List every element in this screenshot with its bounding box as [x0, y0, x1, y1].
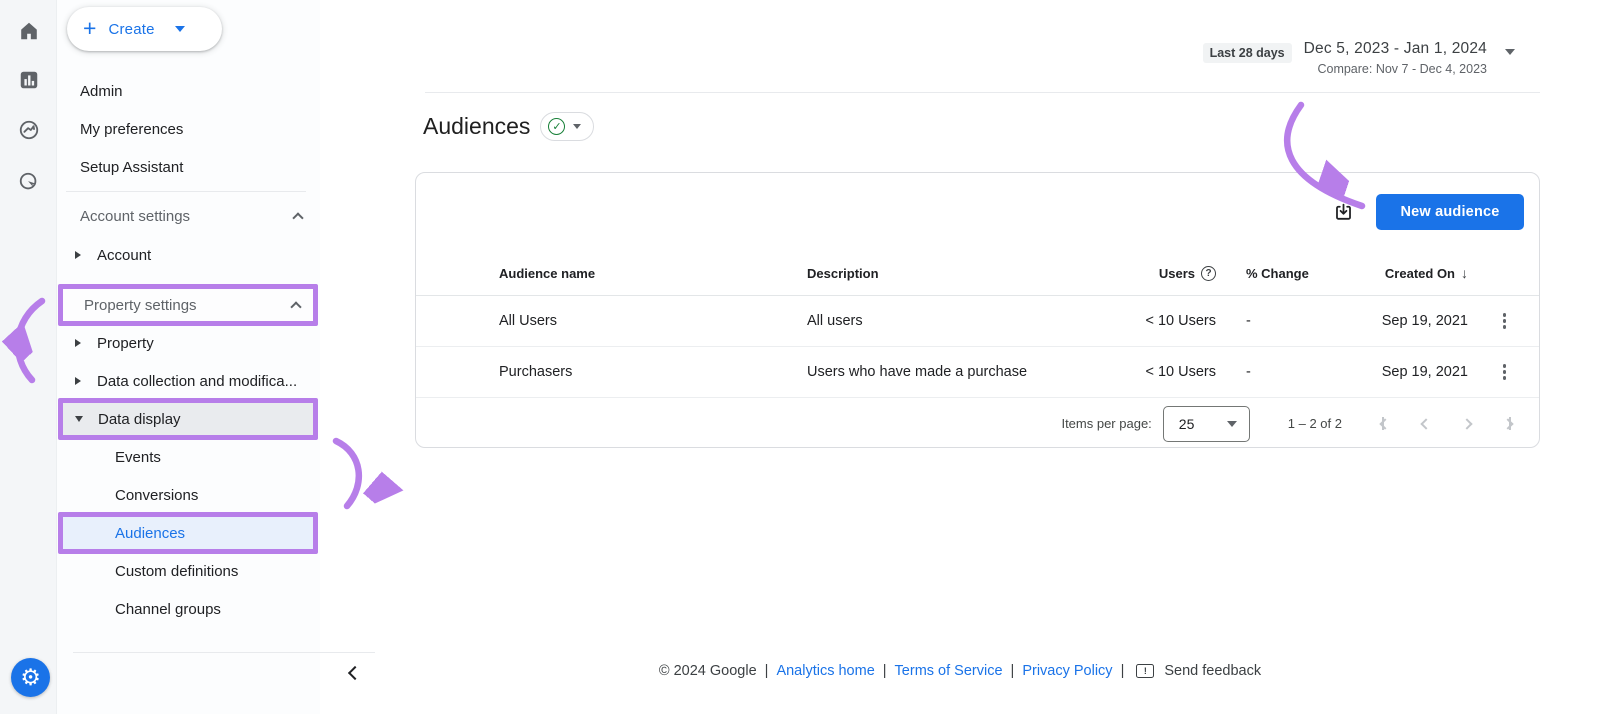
nav-item-channel-groups[interactable]: Channel groups — [57, 590, 320, 628]
page-title: Audiences — [423, 113, 531, 139]
date-range-preset: Last 28 days — [1202, 43, 1292, 63]
col-change: % Change — [1246, 265, 1309, 281]
new-audience-button[interactable]: New audience — [1376, 194, 1524, 230]
table-row: All Users All users < 10 Users - Sep 19,… — [416, 296, 1539, 347]
col-audience-name: Audience name — [499, 265, 596, 281]
nav-item-custom-definitions[interactable]: Custom definitions — [57, 552, 320, 590]
chevron-down-icon — [174, 26, 185, 32]
expand-arrow-icon — [75, 251, 81, 259]
nav-item-setup-assistant[interactable]: Setup Assistant — [57, 148, 320, 186]
col-created-on[interactable]: Created On ↓ — [1311, 265, 1468, 281]
home-icon[interactable] — [0, 11, 57, 51]
date-range-value: Dec 5, 2023 - Jan 1, 2024 — [1303, 40, 1487, 57]
nav-item-my-preferences[interactable]: My preferences — [57, 110, 320, 148]
header-divider — [425, 92, 1540, 93]
terms-of-service-link[interactable]: Terms of Service — [895, 663, 1003, 679]
cell-created-on: Sep 19, 2021 — [1381, 364, 1468, 380]
nav-item-data-collection[interactable]: Data collection and modifica... — [57, 362, 320, 400]
main-content: Last 28 days Dec 5, 2023 - Jan 1, 2024 C… — [320, 0, 1600, 714]
cell-change: - — [1246, 313, 1251, 329]
cell-created-on: Sep 19, 2021 — [1381, 313, 1468, 329]
chevron-down-icon — [1226, 420, 1237, 427]
table-row: Purchasers Users who have made a purchas… — [416, 347, 1539, 398]
sort-descending-icon[interactable]: ↓ — [1461, 265, 1468, 281]
audiences-card: New audience Audience name Description U… — [415, 172, 1540, 448]
collapse-nav-button[interactable] — [342, 660, 368, 686]
gear-icon: ⚙ — [20, 664, 41, 690]
cell-description: Users who have made a purchase — [807, 364, 1028, 380]
chevron-up-icon — [290, 301, 302, 313]
previous-page-icon[interactable] — [1420, 417, 1432, 430]
help-icon[interactable]: ? — [1201, 265, 1216, 281]
explore-icon[interactable] — [0, 110, 57, 150]
last-page-icon[interactable] — [1502, 417, 1514, 430]
first-page-icon[interactable] — [1379, 417, 1391, 430]
cell-description: All users — [807, 313, 863, 329]
nav-divider — [73, 652, 375, 653]
chevron-down-icon — [1505, 49, 1515, 55]
expand-arrow-icon — [75, 377, 81, 385]
pagination-bar: Items per page: 25 1 – 2 of 2 — [416, 398, 1539, 449]
col-description: Description — [807, 265, 879, 281]
col-users: Users ? — [1141, 265, 1216, 281]
reports-icon[interactable] — [0, 60, 57, 100]
check-circle-icon: ✓ — [548, 118, 566, 135]
nav-section-property-settings[interactable]: Property settings — [58, 284, 318, 326]
date-compare-value: Compare: Nov 7 - Dec 4, 2023 — [1317, 62, 1487, 76]
copyright-text: © 2024 Google — [658, 663, 757, 679]
create-button[interactable]: + Create — [67, 7, 222, 51]
feedback-icon: ! — [1136, 664, 1155, 678]
admin-gear-button[interactable]: ⚙ — [11, 658, 50, 697]
send-feedback-link[interactable]: Send feedback — [1164, 663, 1261, 679]
privacy-policy-link[interactable]: Privacy Policy — [1022, 663, 1112, 679]
cell-change: - — [1246, 364, 1251, 380]
app-rail: ⚙ — [0, 0, 57, 714]
row-menu-icon[interactable] — [1468, 364, 1541, 380]
nav-divider — [66, 191, 306, 192]
nav-item-audiences[interactable]: Audiences — [58, 512, 318, 554]
cell-audience-name: Purchasers — [499, 364, 573, 380]
chevron-up-icon — [292, 212, 304, 224]
cell-audience-name: All Users — [499, 313, 558, 329]
analytics-home-link[interactable]: Analytics home — [776, 663, 874, 679]
nav-item-account[interactable]: Account — [57, 236, 320, 274]
chevron-left-icon — [347, 665, 363, 681]
chevron-down-icon — [573, 124, 582, 129]
plus-icon: + — [83, 14, 97, 41]
admin-nav: + Create Admin My preferences Setup Assi… — [57, 0, 375, 714]
date-range-picker[interactable]: Last 28 days Dec 5, 2023 - Jan 1, 2024 C… — [1202, 40, 1515, 76]
data-quality-indicator[interactable]: ✓ — [540, 112, 595, 141]
row-menu-icon[interactable] — [1468, 313, 1541, 329]
nav-item-events[interactable]: Events — [57, 438, 320, 476]
create-label: Create — [108, 20, 155, 38]
cell-users: < 10 Users — [1145, 364, 1216, 380]
download-icon[interactable] — [1331, 200, 1355, 224]
advertising-icon[interactable] — [0, 162, 57, 202]
nav-item-conversions[interactable]: Conversions — [57, 476, 320, 514]
nav-section-account-settings[interactable]: Account settings — [57, 197, 320, 235]
page-size-select[interactable]: 25 — [1162, 405, 1250, 442]
table-header-row: Audience name Description Users ? % Chan… — [416, 251, 1539, 296]
expand-arrow-icon — [75, 339, 81, 347]
next-page-icon[interactable] — [1461, 417, 1473, 430]
nav-item-property[interactable]: Property — [57, 324, 320, 362]
items-per-page-label: Items per page: — [1061, 416, 1152, 431]
collapse-arrow-icon — [75, 416, 83, 422]
nav-item-admin[interactable]: Admin — [57, 72, 320, 110]
nav-item-data-display[interactable]: Data display — [58, 398, 318, 440]
footer: © 2024 Google | Analytics home | Terms o… — [658, 663, 1262, 679]
pagination-range: 1 – 2 of 2 — [1287, 416, 1342, 431]
cell-users: < 10 Users — [1145, 313, 1216, 329]
